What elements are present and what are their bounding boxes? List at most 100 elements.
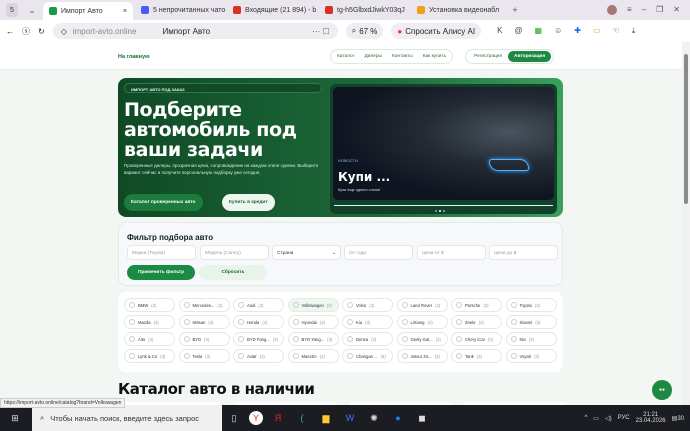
app-icon[interactable]: ◼ bbox=[413, 411, 431, 425]
brand-chip[interactable]: Lynk & Co (3) bbox=[124, 349, 175, 363]
brand-chip[interactable]: Maextro (3) bbox=[287, 349, 339, 363]
apply-filter-button[interactable]: Применить фильтр bbox=[127, 265, 195, 280]
clock[interactable]: 21:21 23.04.2026 bbox=[636, 412, 666, 424]
slider-dot-active[interactable] bbox=[439, 210, 441, 212]
start-icon[interactable]: ⊞ bbox=[3, 411, 27, 425]
battery-icon[interactable]: ▭ bbox=[593, 26, 601, 36]
reload-icon[interactable]: ↻ bbox=[38, 27, 45, 36]
login-button[interactable]: Авторизация bbox=[508, 51, 552, 62]
brand-chip[interactable]: Tank (3) bbox=[451, 349, 502, 363]
alice-button[interactable]: ● Спросить Алису AI bbox=[391, 23, 482, 39]
puzzle-icon[interactable]: ✚ bbox=[574, 26, 581, 36]
tab-list-chevron-icon[interactable]: ⌄ bbox=[26, 3, 38, 17]
slider-dot[interactable] bbox=[435, 210, 437, 212]
extension-grid-icon[interactable]: ▦ bbox=[535, 26, 543, 36]
brand-chip[interactable]: Xiaomi (3) bbox=[505, 315, 557, 329]
taskbar-search[interactable]: ⌕ Чтобы начать поиск, введите здесь запро… bbox=[32, 405, 222, 431]
extension-at-icon[interactable]: @ bbox=[514, 26, 522, 36]
scrollbar-thumb[interactable] bbox=[684, 54, 688, 204]
brand-chip[interactable]: Volkswagen (3) bbox=[287, 298, 339, 312]
zoom-button[interactable]: ⌕ 67 % bbox=[345, 23, 384, 39]
browser-tab[interactable]: Импорт Авто × bbox=[43, 2, 133, 20]
extension-robot-icon[interactable]: ☺ bbox=[554, 26, 562, 36]
task-view-icon[interactable]: ▯ bbox=[225, 411, 243, 425]
brand-chip[interactable]: Chery iCar (3) bbox=[451, 332, 502, 346]
brand-chip[interactable]: LiXiang (3) bbox=[396, 315, 448, 329]
brand-chip[interactable]: Honda (3) bbox=[233, 315, 284, 329]
catalog-button[interactable]: Каталог проверенных авто bbox=[124, 194, 203, 211]
news-slider[interactable]: НОВОСТИ Купи ... Купи еще одного слона! bbox=[330, 84, 557, 214]
extension-k-icon[interactable]: K bbox=[497, 26, 502, 36]
protect-icon[interactable]: ⓢ bbox=[22, 26, 30, 37]
menu-icon[interactable]: ≡ bbox=[627, 5, 632, 15]
nav-how-to-buy[interactable]: Как купить bbox=[423, 54, 446, 59]
home-link[interactable]: На главную bbox=[118, 54, 150, 60]
browser-tab[interactable]: tg-h5GlbxdJiwkY03qJ bbox=[319, 2, 409, 18]
brand-chip[interactable]: Denza (3) bbox=[342, 332, 393, 346]
brand-chip[interactable]: Jetour Zo... (3) bbox=[396, 349, 448, 363]
register-link[interactable]: Регистрация bbox=[474, 54, 502, 59]
avatar[interactable] bbox=[607, 5, 617, 15]
explorer-icon[interactable]: ▆ bbox=[317, 411, 335, 425]
brand-chip[interactable]: Land Rover (3) bbox=[396, 298, 448, 312]
battery-tray-icon[interactable]: ▭ bbox=[593, 415, 599, 422]
brand-chip[interactable]: Volvo (3) bbox=[342, 298, 393, 312]
brand-chip[interactable]: BYD Fang... (3) bbox=[233, 332, 284, 346]
volume-icon[interactable]: ◁) bbox=[605, 415, 612, 422]
brand-chip[interactable]: BMW (3) bbox=[124, 298, 175, 312]
brand-chip[interactable]: Nissan (3) bbox=[178, 315, 230, 329]
close-tab-icon[interactable]: × bbox=[123, 8, 127, 15]
chat-button[interactable]: ●● bbox=[652, 380, 672, 400]
brand-input[interactable]: Марка (Toyota) bbox=[127, 245, 196, 260]
bookmark-icon[interactable]: ⋯ ☐ bbox=[312, 27, 329, 36]
slider-dot[interactable] bbox=[443, 210, 445, 212]
yandex-browser-icon[interactable]: Y bbox=[249, 411, 263, 425]
brand-chip[interactable]: Aito (3) bbox=[124, 332, 175, 346]
scrollbar[interactable] bbox=[682, 42, 690, 405]
zoom-app-icon[interactable]: ● bbox=[389, 411, 407, 425]
brand-chip[interactable]: Mercedes... (3) bbox=[178, 298, 230, 312]
back-icon[interactable]: ← bbox=[6, 27, 14, 36]
app-icon[interactable]: ( bbox=[293, 411, 311, 425]
app-icon[interactable]: ✺ bbox=[365, 411, 383, 425]
brand-chip[interactable]: Porsche (3) bbox=[451, 298, 502, 312]
brand-chip[interactable]: Tesla (3) bbox=[178, 349, 230, 363]
url-field[interactable]: ◇ import-avto.online Импорт Авто ⋯ ☐ bbox=[52, 23, 338, 39]
word-icon[interactable]: W bbox=[341, 411, 359, 425]
close-icon[interactable]: ✕ bbox=[673, 5, 680, 15]
browser-tab[interactable]: Входящие (21 894) - b bbox=[227, 2, 317, 18]
brand-chip[interactable]: Changan ... (3) bbox=[342, 349, 393, 363]
download-icon[interactable]: ⤓ bbox=[632, 26, 636, 36]
brand-chip[interactable]: BYD (3) bbox=[178, 332, 230, 346]
tray-chevron-icon[interactable]: ^ bbox=[584, 415, 587, 421]
restore-icon[interactable]: ❐ bbox=[656, 5, 663, 15]
yandex-icon[interactable]: Я bbox=[269, 411, 287, 425]
reset-filter-button[interactable]: Сбросить bbox=[199, 265, 267, 280]
brand-chip[interactable]: Mazda (3) bbox=[124, 315, 175, 329]
price-to-input[interactable]: Цена до $ bbox=[489, 245, 558, 260]
model-input[interactable]: Модель (Camry) bbox=[200, 245, 269, 260]
price-from-input[interactable]: Цена от $ bbox=[417, 245, 486, 260]
brand-chip[interactable]: Audi (3) bbox=[233, 298, 284, 312]
nav-catalog[interactable]: Каталог bbox=[337, 54, 354, 59]
brand-chip[interactable]: Voyah (3) bbox=[505, 349, 557, 363]
brand-chip[interactable]: Zeekr (3) bbox=[451, 315, 502, 329]
brand-chip[interactable]: Nio (3) bbox=[505, 332, 557, 346]
brand-chip[interactable]: Kia (3) bbox=[342, 315, 393, 329]
credit-button[interactable]: Купить в кредит bbox=[222, 194, 275, 211]
language-indicator[interactable]: РУС bbox=[618, 415, 630, 421]
country-select[interactable]: Страна ⌄ bbox=[272, 245, 341, 260]
minimize-icon[interactable]: – bbox=[642, 5, 646, 15]
nav-dealers[interactable]: Дилеры bbox=[364, 54, 382, 59]
brand-chip[interactable]: Avatr (3) bbox=[233, 349, 284, 363]
nav-contacts[interactable]: Контакты bbox=[392, 54, 413, 59]
tab-count[interactable]: 5 bbox=[6, 3, 18, 17]
notifications-icon[interactable]: ▤30 bbox=[672, 415, 684, 422]
year-input[interactable]: От года bbox=[344, 245, 413, 260]
extension-hand-icon[interactable]: ☜ bbox=[613, 26, 620, 36]
browser-tab[interactable]: Установка видеонабл bbox=[411, 2, 501, 18]
brand-chip[interactable]: Geely Gal... (3) bbox=[396, 332, 448, 346]
brand-chip[interactable]: Toyota (3) bbox=[505, 298, 557, 312]
brand-chip[interactable]: BYD Yang... (3) bbox=[287, 332, 339, 346]
new-tab-button[interactable]: + bbox=[506, 3, 524, 17]
